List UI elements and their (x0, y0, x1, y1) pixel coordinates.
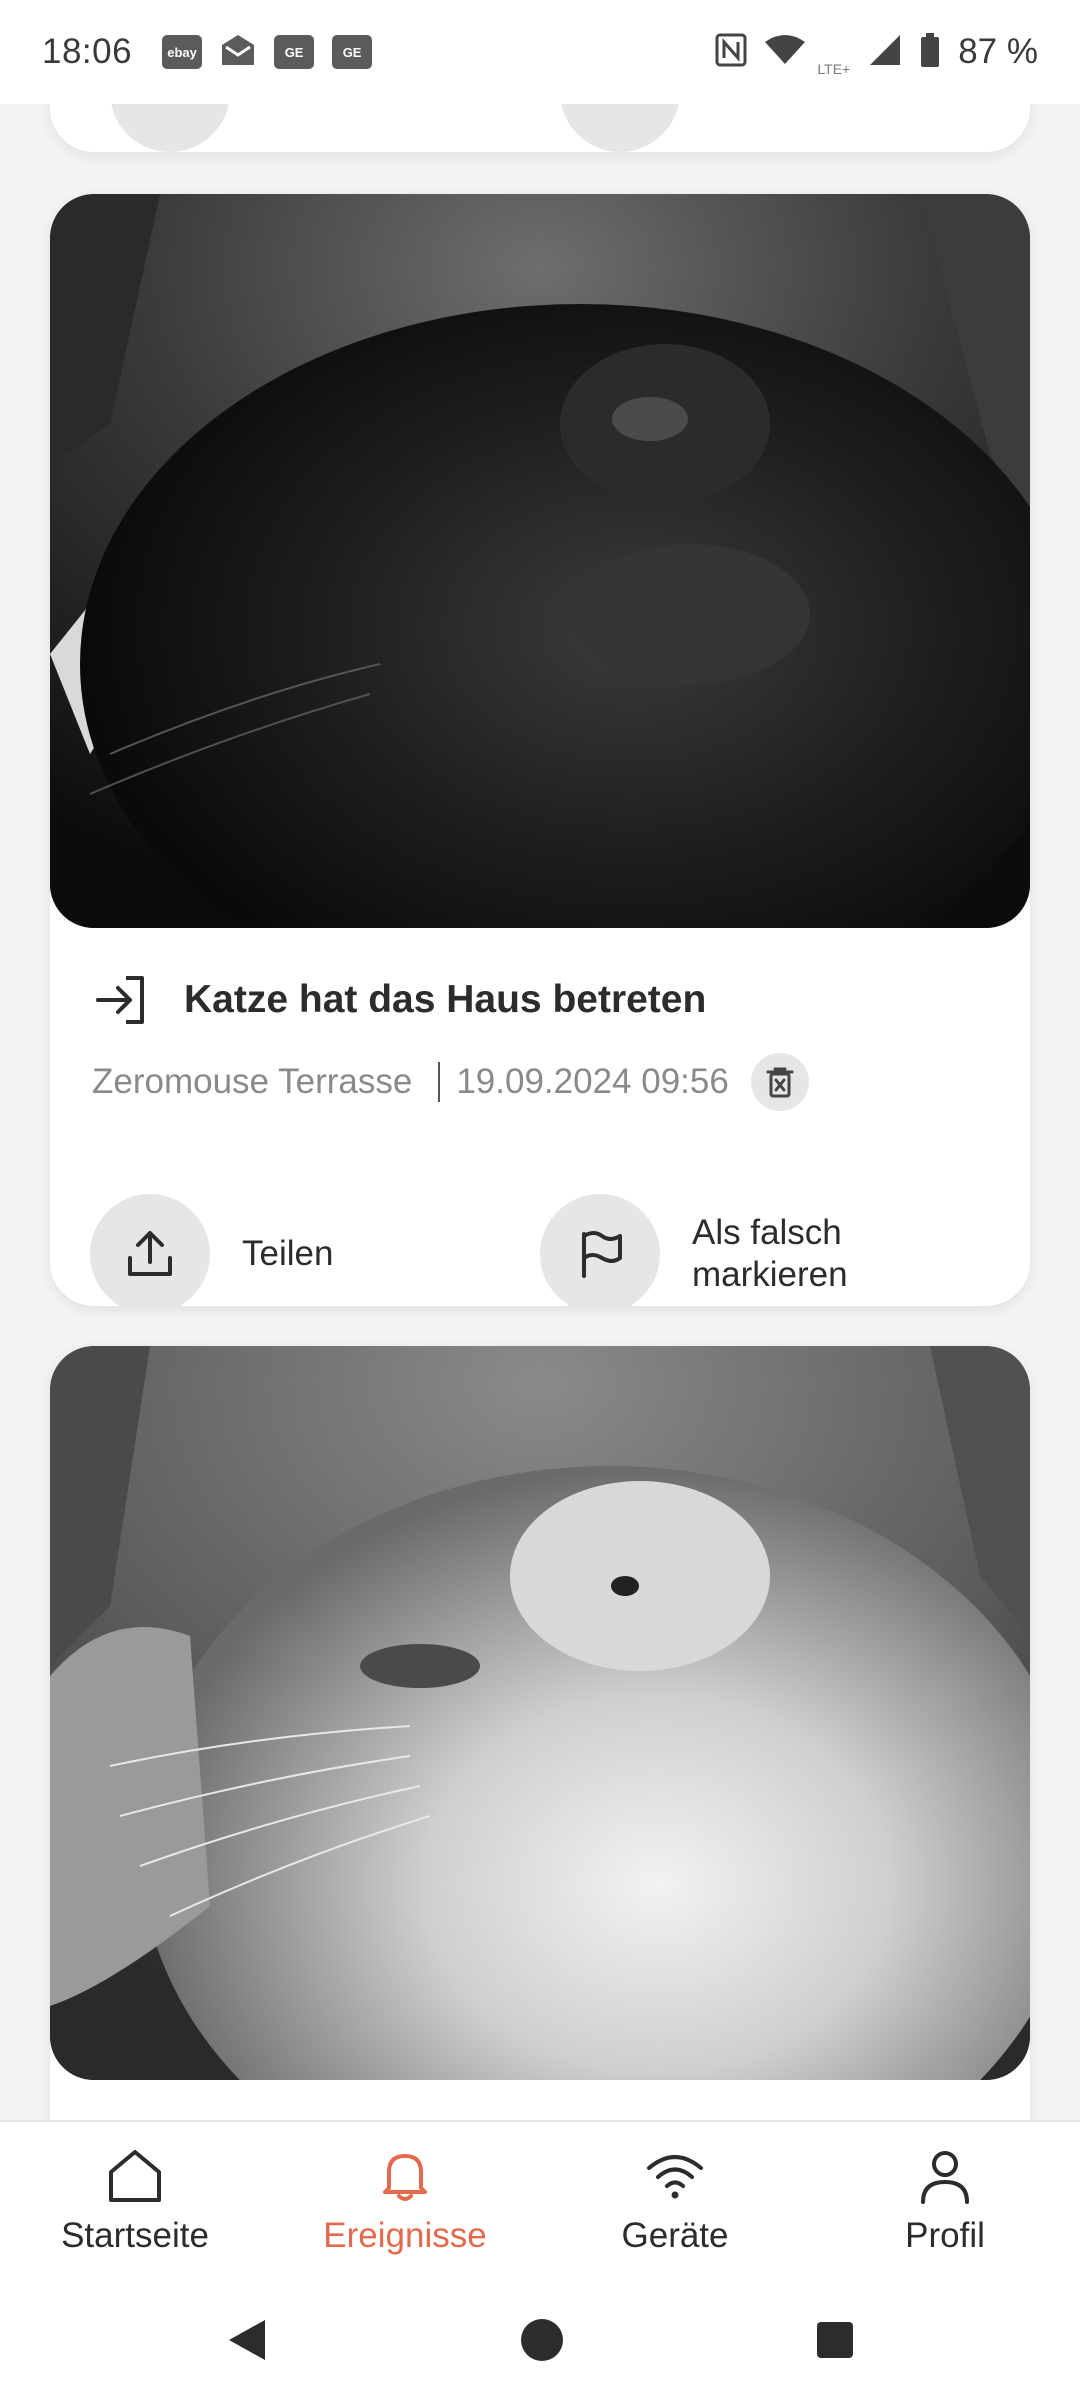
bottom-navigation: Startseite Ereignisse Geräte Profil (0, 2120, 1080, 2280)
app-root: 18:06 ebay GE GE LTE+ 87 % Katze hat das… (0, 0, 1080, 2400)
ge-notification-icon: GE (274, 35, 315, 69)
wifi-icon (647, 2155, 703, 2199)
ge-notification-icon-2: GE (332, 35, 373, 69)
event-list[interactable]: Katze hat das Haus betreten Zeromouse Te… (0, 0, 1080, 2120)
event-card-next (50, 1346, 1030, 2120)
system-navigation-bar (0, 2280, 1080, 2400)
share-icon (128, 1231, 172, 1276)
mark-false-label: Als falsch markieren (692, 1212, 848, 1296)
home-icon (109, 2150, 161, 2202)
event-meta: Zeromouse Terrasse 19.09.2024 09:56 (92, 1052, 1030, 1112)
nav-label-profil: Profil (905, 2216, 985, 2255)
enter-house-icon (92, 970, 152, 1030)
nav-item-ereignisse[interactable]: Ereignisse (270, 2122, 540, 2282)
status-bar: 18:06 ebay GE GE LTE+ 87 % (0, 0, 1080, 104)
event-photo-next[interactable] (50, 1346, 1030, 2080)
clock: 18:06 (42, 32, 133, 71)
event-photo[interactable] (50, 194, 1030, 928)
home-circle-icon[interactable] (519, 2317, 565, 2363)
nav-item-geraete[interactable]: Geräte (540, 2122, 810, 2282)
battery-percent: 87 % (958, 32, 1038, 71)
event-datetime: 19.09.2024 09:56 (456, 1062, 729, 1101)
nav-label-geraete: Geräte (621, 2216, 729, 2255)
event-device: Zeromouse Terrasse (92, 1062, 413, 1101)
back-icon[interactable] (225, 2316, 269, 2364)
flag-icon (582, 1231, 622, 1278)
status-bar-right: LTE+ 87 % (715, 27, 1038, 77)
network-type-label: LTE+ (817, 61, 851, 77)
mark-false-label-line1: Als falsch (692, 1213, 842, 1252)
delete-button[interactable] (750, 1053, 809, 1111)
trash-icon (766, 1067, 794, 1098)
event-card: Katze hat das Haus betreten Zeromouse Te… (50, 194, 1030, 1306)
mark-false-button[interactable]: Als falsch markieren (540, 1194, 848, 1306)
nav-item-startseite[interactable]: Startseite (0, 2122, 270, 2282)
battery-icon (920, 32, 940, 72)
bell-icon (383, 2154, 427, 2201)
meta-divider (438, 1062, 441, 1102)
nav-item-profil[interactable]: Profil (810, 2122, 1080, 2282)
status-bar-left: 18:06 ebay GE GE (42, 32, 373, 72)
wifi-status-icon (765, 34, 806, 71)
signal-icon (868, 33, 902, 72)
event-actions: Teilen Als falsch markieren (90, 1194, 1030, 1306)
mark-false-label-line2: markieren (692, 1255, 848, 1294)
person-icon (921, 2151, 969, 2204)
flag-icon-circle[interactable] (540, 1194, 660, 1306)
recents-icon[interactable] (815, 2320, 855, 2360)
mail-notification-icon (220, 33, 256, 72)
event-title-row: Katze hat das Haus betreten (92, 970, 1030, 1030)
share-button[interactable]: Teilen (90, 1194, 333, 1306)
share-label: Teilen (242, 1234, 334, 1273)
nav-label-startseite: Startseite (61, 2216, 209, 2255)
ebay-notification-icon: ebay (162, 35, 203, 69)
share-icon-circle[interactable] (90, 1194, 210, 1306)
event-title: Katze hat das Haus betreten (184, 978, 707, 1021)
nav-label-ereignisse: Ereignisse (323, 2216, 487, 2255)
nfc-icon (715, 33, 747, 72)
